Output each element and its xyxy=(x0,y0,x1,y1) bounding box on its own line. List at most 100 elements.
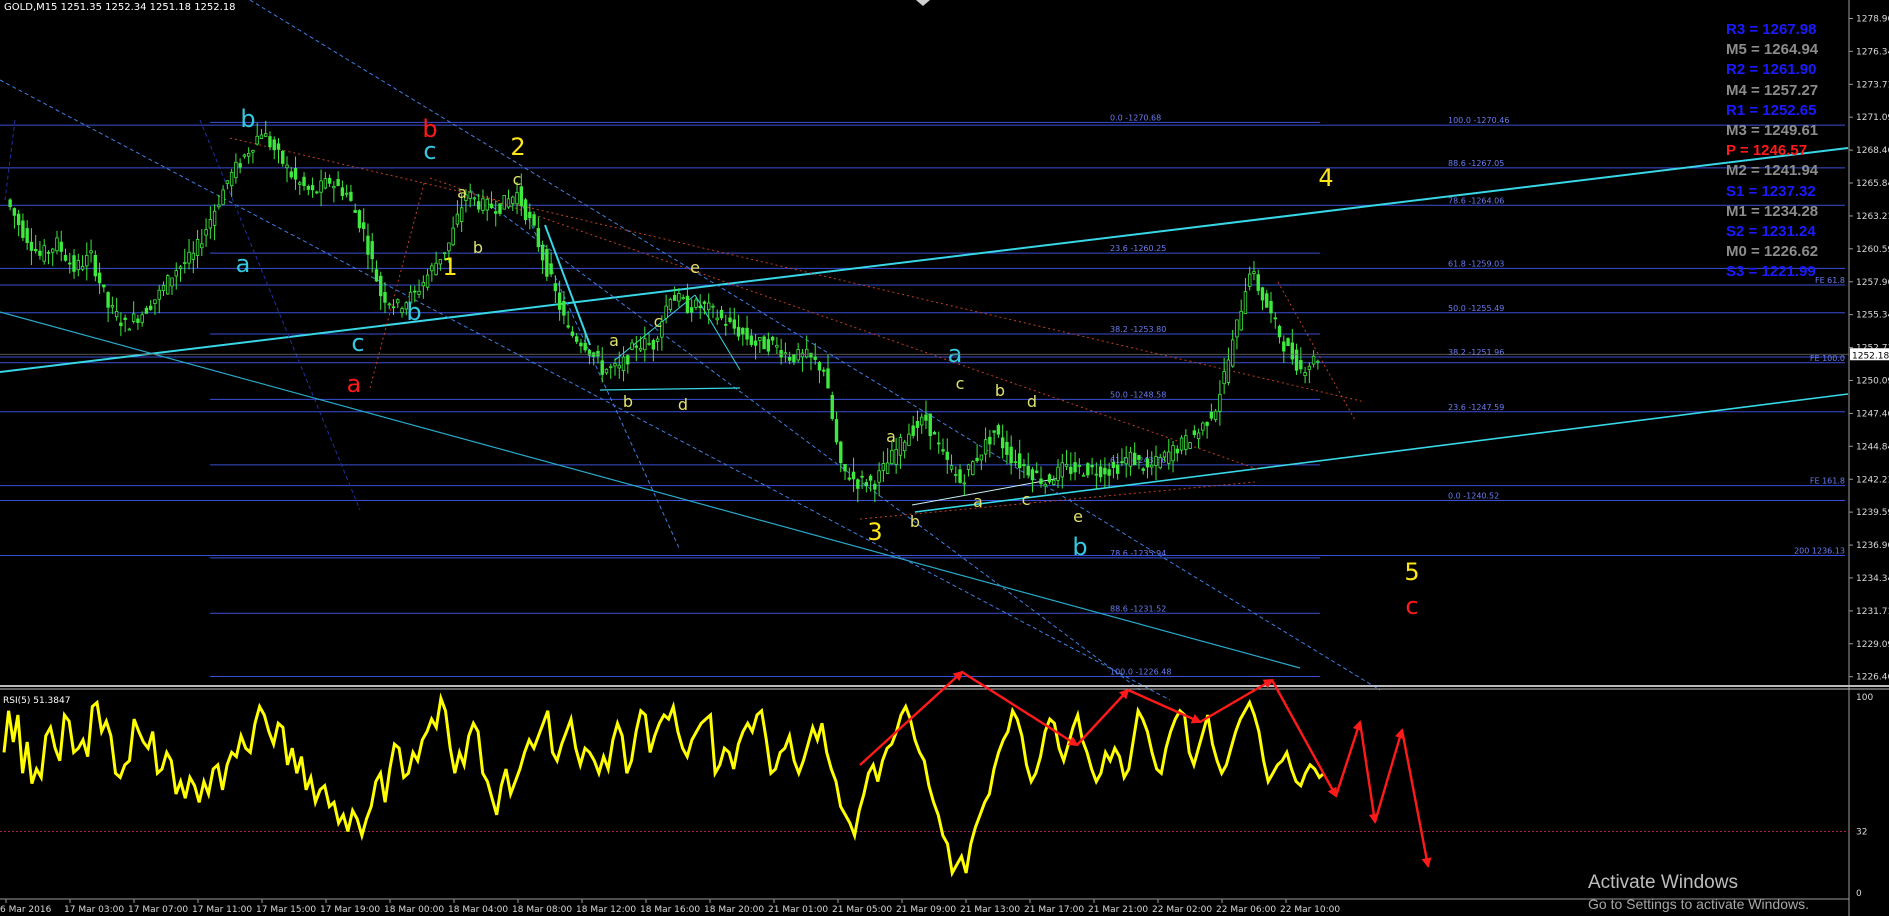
candle-body xyxy=(289,171,293,178)
candle-body xyxy=(860,475,864,478)
price-tick-label: 1250.09 xyxy=(1856,376,1889,386)
candle-body xyxy=(1222,371,1226,385)
price-tick-label: 1273.71 xyxy=(1856,80,1889,90)
candle-body xyxy=(195,239,200,256)
candle-body xyxy=(907,433,911,446)
wave-label: a xyxy=(236,250,251,278)
candle-body xyxy=(29,241,34,251)
candle-body xyxy=(979,454,984,461)
fib-label: 23.6 -1247.59 xyxy=(1448,403,1504,412)
candle-body xyxy=(579,342,583,347)
candle-body xyxy=(1201,422,1205,431)
candle-body xyxy=(191,252,195,260)
candle-body xyxy=(1167,451,1171,464)
candle-body xyxy=(1154,456,1158,466)
candle-body xyxy=(1307,365,1312,370)
rsi-tick-label: 32 xyxy=(1856,827,1867,837)
candle-body xyxy=(1213,410,1218,420)
wave-label: b xyxy=(1072,533,1087,561)
candle-body xyxy=(93,254,98,277)
candle-body xyxy=(1090,464,1094,468)
candle-body xyxy=(379,275,383,297)
candle-body xyxy=(1115,464,1120,474)
candle-body xyxy=(966,464,971,470)
fib-label: 100.0 -1270.46 xyxy=(1448,116,1509,125)
candle-body xyxy=(613,363,617,367)
candle-body xyxy=(604,368,609,374)
candle-body xyxy=(119,322,123,327)
trading-chart[interactable]: 0.0 -1270.6823.6 -1260.2538.2 -1253.8050… xyxy=(0,0,1889,916)
time-tick-label: 18 Mar 16:00 xyxy=(640,905,700,915)
fe-label: FE 161.8 xyxy=(1810,477,1845,486)
candle-body xyxy=(638,347,643,351)
candle-body xyxy=(396,299,400,304)
rsi-tick-label: 0 xyxy=(1856,889,1862,899)
candle-body xyxy=(1103,467,1107,475)
time-tick-label: 18 Mar 08:00 xyxy=(512,905,572,915)
fib-label: 78.6 -1264.06 xyxy=(1448,196,1504,205)
candle-body xyxy=(16,213,21,226)
candle-body xyxy=(1218,393,1222,412)
fib-label: 78.6 -1235.94 xyxy=(1110,549,1166,558)
candle-body xyxy=(1107,469,1111,476)
candle-body xyxy=(928,413,932,437)
candle-body xyxy=(1265,293,1269,308)
candle-body xyxy=(502,195,506,210)
wave-label: b xyxy=(910,512,920,531)
price-tick-label: 1231.71 xyxy=(1856,607,1889,617)
rsi-label: RSI(5) 51.3847 xyxy=(3,696,70,706)
candle-body xyxy=(68,262,72,265)
candle-body xyxy=(1039,478,1043,484)
candle-body xyxy=(400,308,404,314)
candle-body xyxy=(425,274,430,288)
candle-body xyxy=(532,214,536,226)
candle-body xyxy=(694,299,698,308)
candle-body xyxy=(272,139,276,151)
candle-body xyxy=(33,248,38,252)
candle-body xyxy=(336,178,340,186)
candle-body xyxy=(259,134,264,139)
candle-body xyxy=(370,241,374,260)
candle-body xyxy=(468,191,472,199)
candle-body xyxy=(540,244,545,261)
price-tick-label: 1268.46 xyxy=(1856,146,1889,156)
candle-body xyxy=(796,349,800,361)
candle-body xyxy=(310,185,315,191)
candle-body xyxy=(1179,437,1184,451)
candle-body xyxy=(715,317,719,321)
candle-body xyxy=(55,237,59,252)
fib-label: 61.8 -1259.03 xyxy=(1448,259,1504,268)
candle-body xyxy=(1158,457,1162,469)
candle-body xyxy=(234,161,238,179)
candle-body xyxy=(583,342,587,351)
time-tick-label: 17 Mar 07:00 xyxy=(128,905,188,915)
candle-body xyxy=(954,473,958,476)
candle-body xyxy=(902,441,907,452)
candle-body xyxy=(962,482,967,485)
candle-body xyxy=(898,436,903,456)
candle-body xyxy=(911,425,915,436)
candle-body xyxy=(281,150,285,164)
rsi-tick-label: 100 xyxy=(1856,693,1873,703)
candle-body xyxy=(131,313,136,322)
candle-body xyxy=(920,416,924,426)
fe-label: FE 100.0 xyxy=(1810,354,1845,363)
candle-body xyxy=(536,228,541,248)
candle-body xyxy=(741,327,745,335)
candle-body xyxy=(983,439,988,455)
candle-body xyxy=(553,283,558,292)
candle-body xyxy=(1137,455,1141,460)
candle-body xyxy=(655,338,660,342)
candle-body xyxy=(621,356,626,372)
candle-body xyxy=(506,198,511,208)
price-tick-label: 1244.84 xyxy=(1856,442,1889,452)
candle-body xyxy=(885,462,890,474)
wave-label: e xyxy=(690,258,700,277)
price-tick-label: 1226.46 xyxy=(1856,673,1889,683)
candle-body xyxy=(140,314,144,323)
candle-body xyxy=(1205,421,1209,426)
candle-body xyxy=(217,204,221,208)
candle-body xyxy=(51,248,55,253)
candle-body xyxy=(1098,466,1103,478)
candle-body xyxy=(1150,464,1154,468)
